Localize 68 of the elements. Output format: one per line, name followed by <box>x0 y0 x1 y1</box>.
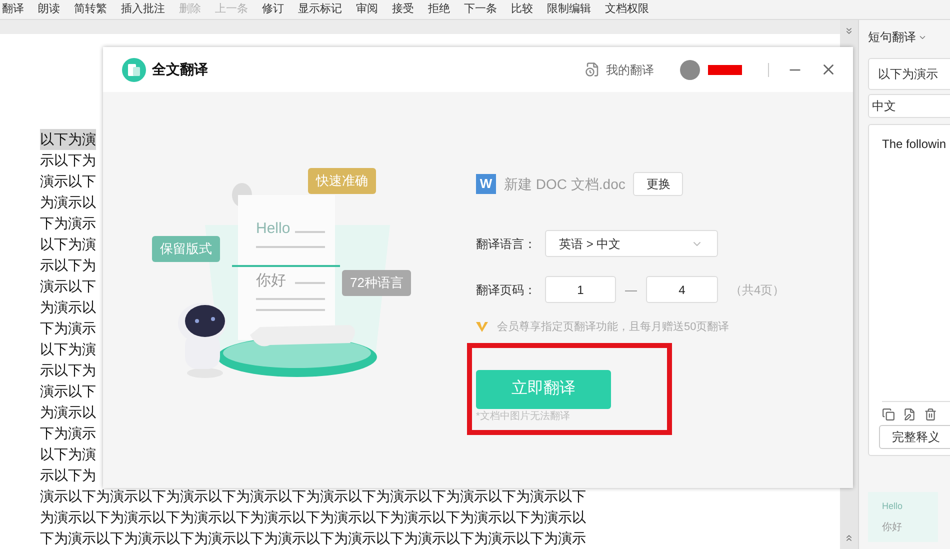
dialog-title: 全文翻译 <box>152 60 208 79</box>
image-hint: *文档中图片无法翻译 <box>476 410 571 422</box>
avatar[interactable] <box>680 60 700 80</box>
feature-bubble: 快速准确 <box>308 168 376 194</box>
document-line: 以下为演 <box>40 340 96 359</box>
toolbar-item[interactable]: 拒绝 <box>428 4 450 15</box>
toolbar-item[interactable]: 显示标记 <box>298 4 342 15</box>
edit-icon[interactable] <box>903 408 916 421</box>
change-file-button[interactable]: 更换 <box>633 172 684 196</box>
language-select[interactable]: 中文 <box>868 94 950 118</box>
document-line: 演示以下为演示以下为演示以下为演示以下为演示以下为演示以下为演示以下为演示以下 <box>40 487 586 506</box>
document-line: 示以下为 <box>40 151 96 170</box>
vip-icon <box>476 321 489 334</box>
document-line: 为演示以 <box>40 193 96 212</box>
full-definition-button[interactable]: 完整释义 <box>879 425 950 449</box>
document-line: 示以下为 <box>40 256 96 275</box>
source-input[interactable]: 以下为演示 <box>868 58 950 90</box>
document-line: 为演示以 <box>40 298 96 317</box>
document-line: 演示以下 <box>40 382 96 401</box>
toolbar-item[interactable]: 朗读 <box>38 4 60 15</box>
vip-note: 会员尊享指定页翻译功能，且每月赠送50页翻译 <box>497 320 730 335</box>
page-total: （共4页） <box>730 282 785 298</box>
history-icon[interactable] <box>585 62 600 77</box>
document-line: 以下为演 <box>40 235 96 254</box>
my-translations-link[interactable]: 我的翻译 <box>606 60 654 78</box>
language-select[interactable]: 英语 > 中文 <box>545 230 718 257</box>
document-line: 以下为演 <box>40 445 96 464</box>
range-dash: — <box>624 282 638 298</box>
toolbar-item[interactable]: 插入批注 <box>121 4 165 15</box>
feature-bubble: 72种语言 <box>342 270 412 296</box>
document-line: 示以下为 <box>40 466 96 485</box>
translation-result: The followin <box>882 136 948 153</box>
document-line: 演示以下 <box>40 277 96 296</box>
toolbar-item[interactable]: 文档权限 <box>605 4 649 15</box>
target-word: 你好 <box>256 271 286 291</box>
scroll-down-icon[interactable] <box>844 26 854 36</box>
document-line: 为演示以 <box>40 403 96 422</box>
copy-icon[interactable] <box>882 408 895 421</box>
document-line: 下为演示以下为演示以下为演示以下为演示以下为演示以下为演示以下为演示以下为演示 <box>40 529 586 548</box>
source-word: Hello <box>256 219 290 239</box>
delete-icon[interactable] <box>924 408 937 421</box>
redaction-mark <box>708 64 742 74</box>
toolbar-item[interactable]: 下一条 <box>464 4 497 15</box>
page-from-input[interactable]: 1 <box>545 276 616 303</box>
document-line: 下为演示 <box>40 424 96 443</box>
document-line: 为演示以下为演示以下为演示以下为演示以下为演示以下为演示以下为演示以下为演示以 <box>40 508 586 527</box>
panel-title[interactable]: 短句翻译 <box>868 28 916 46</box>
document-line: 下为演示 <box>40 319 96 338</box>
thumbnail-word: Hello <box>882 500 904 513</box>
toolbar-item[interactable]: 接受 <box>392 4 414 15</box>
page-to-input[interactable]: 4 <box>646 276 718 303</box>
toolbar-item[interactable]: 比较 <box>511 4 533 15</box>
toolbar-item[interactable]: 审阅 <box>356 4 378 15</box>
toolbar-item[interactable]: 简转繁 <box>74 4 107 15</box>
document-line: 演示以下 <box>40 172 96 191</box>
document-line: 示以下为 <box>40 361 96 380</box>
scroll-up-icon[interactable] <box>844 533 854 543</box>
toolbar-item[interactable]: 修订 <box>262 4 284 15</box>
pages-label: 翻译页码： <box>476 282 537 298</box>
file-name: 新建 DOC 文档.doc <box>504 174 626 194</box>
thumbnail-word: 你好 <box>882 520 903 534</box>
feature-bubble: 保留版式 <box>152 236 220 262</box>
word-file-icon: W <box>476 174 496 194</box>
toolbar-item[interactable]: 限制编辑 <box>547 4 591 15</box>
language-label: 翻译语言： <box>476 236 537 252</box>
app-logo-icon <box>122 58 146 82</box>
document-line: 下为演示 <box>40 214 96 233</box>
toolbar-item[interactable]: 翻译 <box>2 4 24 15</box>
